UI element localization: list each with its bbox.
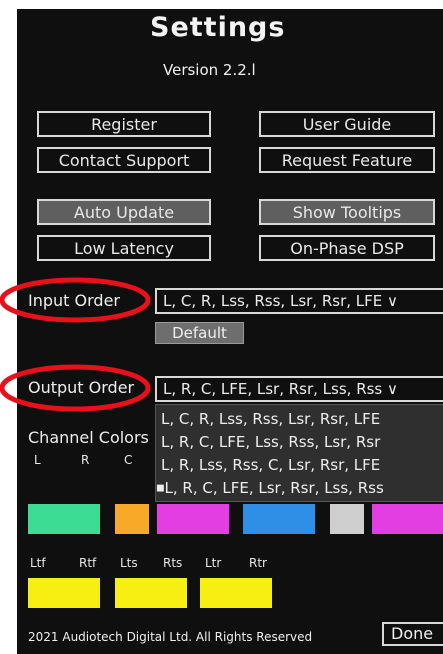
- request-feature-button[interactable]: Request Feature: [259, 147, 435, 173]
- channel-label-rts: Rts: [163, 556, 183, 570]
- auto-update-toggle[interactable]: Auto Update: [37, 199, 211, 225]
- version-label: Version 2.2.l: [163, 61, 256, 79]
- copyright-text: 2021 Audiotech Digital Ltd. All Rights R…: [28, 630, 313, 644]
- swatch-center-surround[interactable]: [330, 504, 364, 534]
- swatch-top-side[interactable]: [115, 578, 187, 608]
- swatch-rs[interactable]: [372, 504, 443, 534]
- panel-top-border: [17, 7, 443, 9]
- default-button[interactable]: Default: [155, 322, 244, 344]
- channel-label-rtr: Rtr: [249, 556, 267, 570]
- done-button[interactable]: Done: [382, 622, 443, 646]
- output-order-value: L, R, C, LFE, Lsr, Rsr, Lss, Rss: [163, 380, 383, 398]
- channel-label-ltf: Ltf: [30, 556, 46, 570]
- user-guide-button[interactable]: User Guide: [259, 111, 435, 137]
- register-button[interactable]: Register: [37, 111, 211, 137]
- dropdown-option-selected[interactable]: ■L, R, C, LFE, Lsr, Rsr, Lss, Rss: [156, 479, 384, 497]
- check-bullet-icon: ■: [156, 483, 165, 494]
- channel-colors-label: Channel Colors: [28, 428, 149, 447]
- low-latency-toggle[interactable]: Low Latency: [37, 235, 211, 261]
- input-order-select[interactable]: L, C, R, Lss, Rss, Lsr, Rsr, LFE ∨: [155, 288, 443, 314]
- dropdown-option[interactable]: L, R, Lss, Rss, C, Lsr, Rsr, LFE: [161, 456, 380, 474]
- channel-label-r: R: [81, 453, 90, 467]
- output-order-select[interactable]: L, R, C, LFE, Lsr, Rsr, Lss, Rss ∨: [155, 376, 443, 402]
- page-title: Settings: [150, 12, 286, 43]
- input-order-value: L, C, R, Lss, Rss, Lsr, Rsr, LFE: [163, 292, 383, 310]
- channel-label-rtf: Rtf: [79, 556, 97, 570]
- swatch-l[interactable]: [28, 504, 100, 534]
- on-phase-dsp-toggle[interactable]: On-Phase DSP: [259, 235, 435, 261]
- input-order-label: Input Order: [28, 291, 120, 310]
- swatch-top-front[interactable]: [28, 578, 100, 608]
- output-order-dropdown: L, C, R, Lss, Rss, Lsr, Rsr, LFE L, R, C…: [155, 404, 443, 502]
- dropdown-option[interactable]: L, R, C, LFE, Lss, Rss, Lsr, Rsr: [161, 433, 380, 451]
- swatch-ls[interactable]: [243, 504, 315, 534]
- channel-label-l: L: [34, 453, 41, 467]
- contact-support-button[interactable]: Contact Support: [37, 147, 211, 173]
- show-tooltips-toggle[interactable]: Show Tooltips: [259, 199, 435, 225]
- swatch-c[interactable]: [115, 504, 149, 534]
- chevron-down-icon: ∨: [387, 292, 399, 310]
- channel-label-ltr: Ltr: [205, 556, 222, 570]
- dropdown-option[interactable]: L, C, R, Lss, Rss, Lsr, Rsr, LFE: [161, 410, 380, 428]
- channel-label-lts: Lts: [120, 556, 138, 570]
- swatch-lfe[interactable]: [157, 504, 229, 534]
- chevron-down-icon: ∨: [387, 380, 399, 398]
- channel-label-c: C: [124, 453, 133, 467]
- output-order-label: Output Order: [28, 378, 135, 397]
- swatch-top-rear[interactable]: [200, 578, 272, 608]
